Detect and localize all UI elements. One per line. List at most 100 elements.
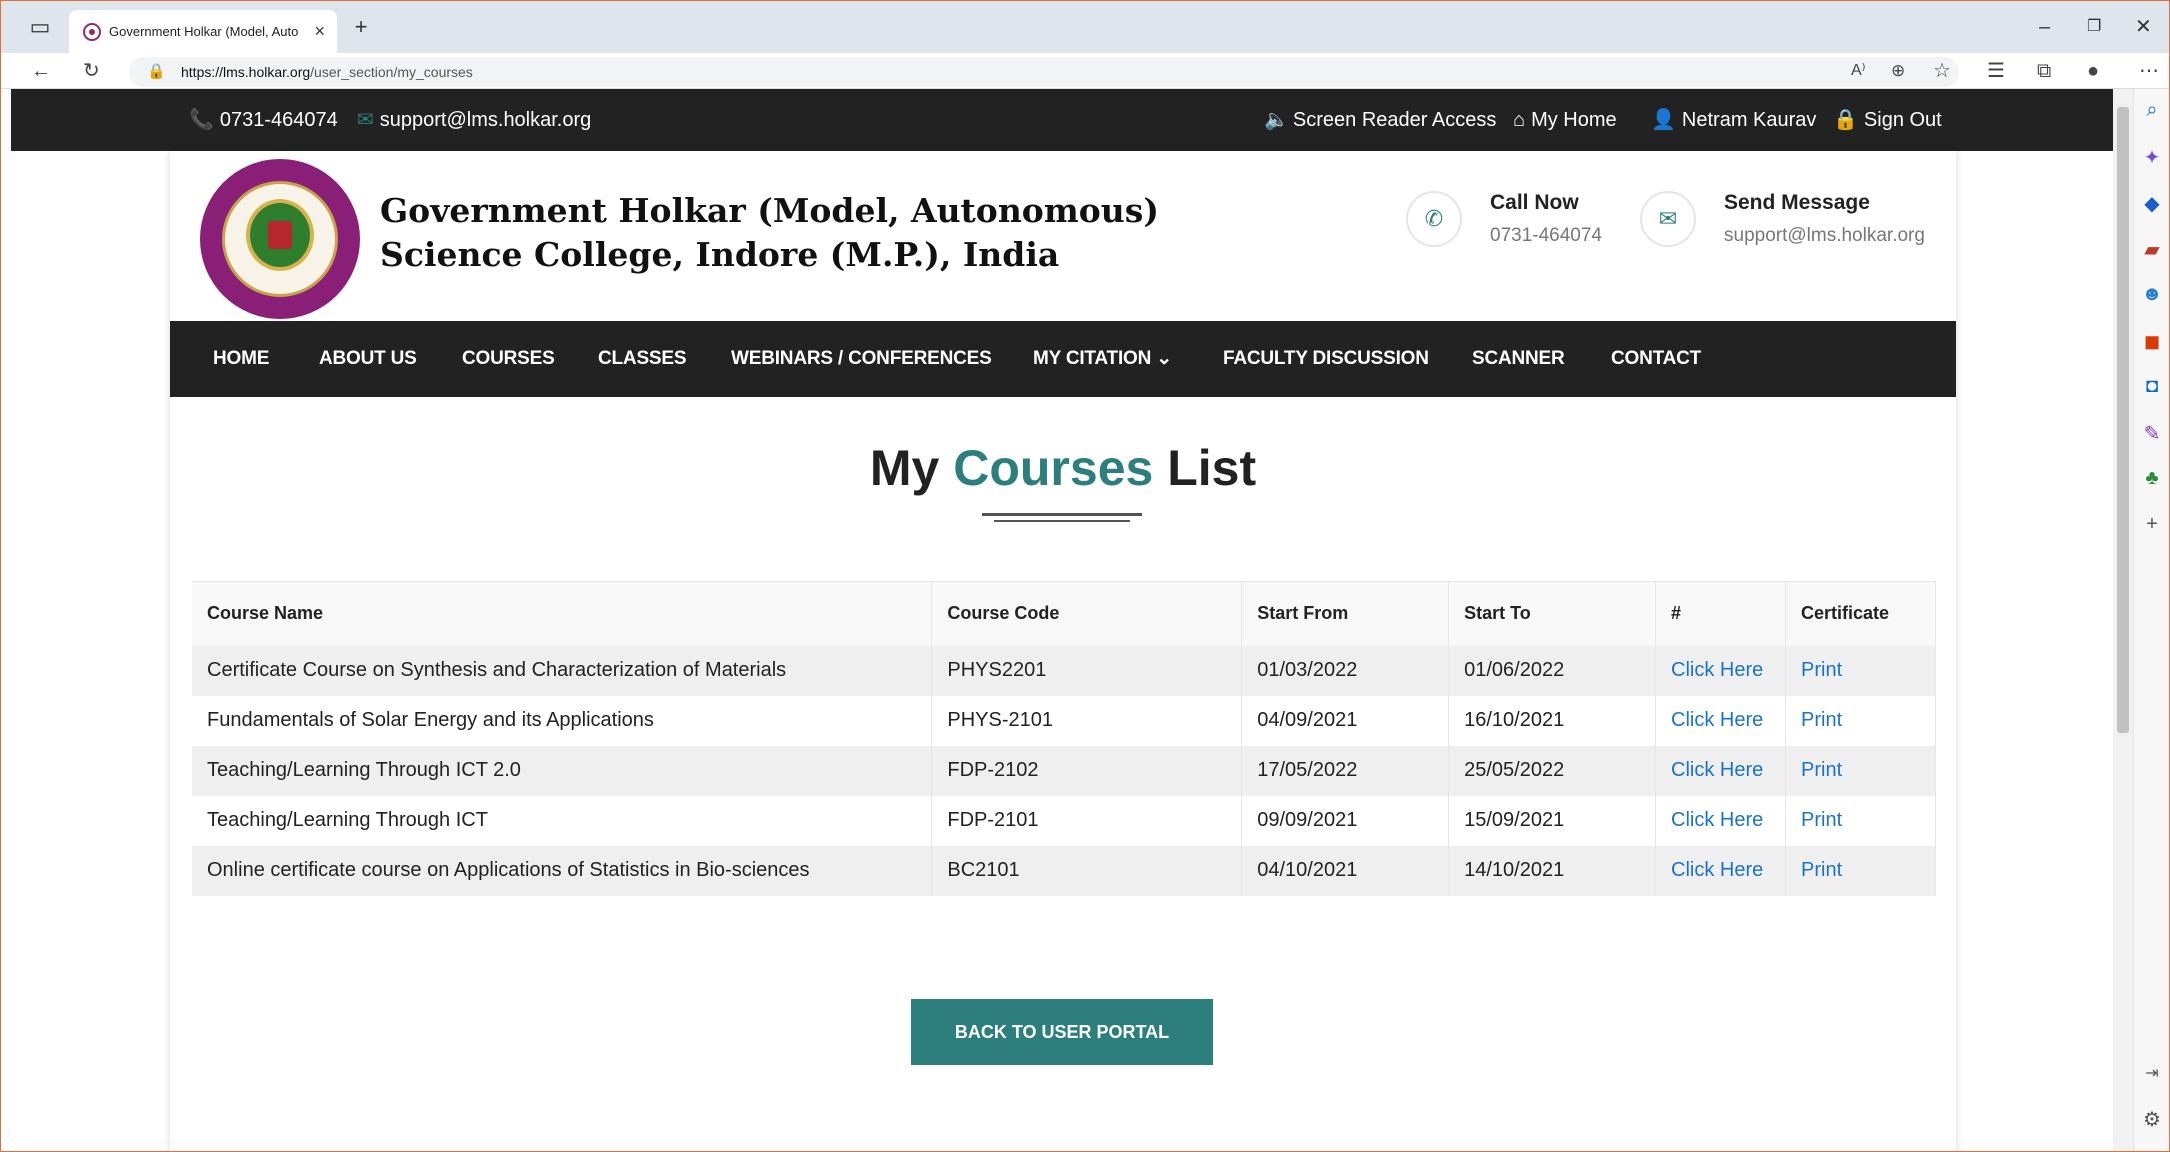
tab-close-icon[interactable]: × — [314, 10, 325, 53]
site-favicon-icon — [83, 23, 101, 41]
nav-faculty-discussion[interactable]: FACULTY DISCUSSION — [1223, 321, 1429, 397]
office-icon[interactable]: ◼ — [2134, 329, 2170, 354]
url-field[interactable]: 🔒 https://lms.holkar.org/user_section/my… — [129, 57, 1959, 87]
close-window-icon[interactable]: ✕ — [2135, 1, 2152, 53]
table-header-row: Course Name Course Code Start From Start… — [192, 581, 1936, 646]
topbar-email[interactable]: ✉ support@lms.holkar.org — [357, 89, 591, 151]
print-link[interactable]: Print — [1785, 795, 1936, 846]
nav-scanner[interactable]: SCANNER — [1472, 321, 1565, 397]
call-now-title: Call Now — [1490, 191, 1579, 214]
course-name: Certificate Course on Synthesis and Char… — [192, 645, 933, 696]
page-title: My Courses List — [869, 440, 1257, 496]
settings-icon[interactable]: ⚙ — [2134, 1107, 2170, 1132]
nav-classes[interactable]: CLASSES — [598, 321, 687, 397]
browser-tab[interactable]: Government Holkar (Model, Auto × — [69, 10, 337, 53]
search-icon[interactable]: ⌕ — [2134, 99, 2170, 122]
read-aloud-icon[interactable]: A⁾ — [1851, 53, 1866, 89]
designer-icon[interactable]: ✎ — [2134, 421, 2170, 446]
nav-webinars[interactable]: WEBINARS / CONFERENCES — [731, 321, 992, 397]
send-message-title: Send Message — [1724, 191, 1870, 214]
favorites-list-icon[interactable]: ☰ — [1987, 53, 2005, 89]
scrollbar-thumb[interactable] — [2117, 107, 2129, 733]
print-link[interactable]: Print — [1785, 845, 1936, 896]
logo-emblem — [246, 199, 314, 271]
print-link[interactable]: Print — [1785, 745, 1936, 796]
start-to: 15/09/2021 — [1448, 795, 1657, 846]
user-icon: 👤 — [1651, 109, 1676, 131]
course-code: FDP-2101 — [931, 795, 1243, 846]
envelope-icon: ✉ — [1640, 191, 1696, 247]
main-nav: HOME ABOUT US COURSES CLASSES WEBINARS /… — [170, 321, 1956, 397]
course-name: Fundamentals of Solar Energy and its App… — [192, 695, 933, 746]
tree-icon[interactable]: ♣ — [2134, 467, 2170, 490]
start-from: 04/10/2021 — [1241, 845, 1450, 896]
send-message-email: support@lms.holkar.org — [1724, 225, 1925, 246]
url-text: https://lms.holkar.org/user_section/my_c… — [181, 64, 473, 80]
copilot-icon[interactable]: ✦ — [2134, 145, 2170, 170]
restore-icon[interactable]: ❐ — [2087, 1, 2101, 53]
refresh-icon[interactable]: ↻ — [83, 53, 100, 89]
user-link[interactable]: 👤 Netram Kaurav — [1651, 89, 1816, 151]
courses-table: Course Name Course Code Start From Start… — [192, 581, 1936, 896]
back-to-user-portal-button[interactable]: BACK TO USER PORTAL — [911, 999, 1213, 1065]
course-code: PHYS-2101 — [931, 695, 1243, 746]
nav-home[interactable]: HOME — [213, 321, 269, 397]
contact-strip: 📞 0731-464074 ✉ support@lms.holkar.org 🔈 Sc… — [11, 89, 2113, 151]
profile-icon[interactable]: ● — [2087, 53, 2099, 89]
window-controls: – ❐ ✕ — [2019, 1, 2169, 53]
click-here-link[interactable]: Click Here — [1655, 845, 1786, 896]
table-row: Certificate Course on Synthesis and Char… — [192, 645, 1936, 696]
nav-courses[interactable]: COURSES — [462, 321, 555, 397]
phone-icon: ✆ — [1406, 191, 1462, 247]
tab-actions-icon[interactable]: ▭ — [25, 1, 55, 53]
hide-sidebar-icon[interactable]: ⇥ — [2134, 1063, 2170, 1083]
home-icon: ⌂ — [1513, 109, 1526, 131]
start-from: 01/03/2022 — [1241, 645, 1450, 696]
college-logo[interactable] — [200, 159, 360, 319]
course-name: Teaching/Learning Through ICT — [192, 795, 933, 846]
course-name: Online certificate course on Application… — [192, 845, 933, 896]
nav-my-citation[interactable]: MY CITATION ⌄ — [1033, 321, 1172, 397]
call-now-number: 0731-464074 — [1490, 225, 1602, 246]
nav-contact[interactable]: CONTACT — [1611, 321, 1701, 397]
new-tab-button[interactable]: + — [346, 1, 376, 53]
click-here-link[interactable]: Click Here — [1655, 745, 1786, 796]
tab-title: Government Holkar (Model, Auto — [109, 24, 299, 39]
edge-sidebar: ⌕ ✦ ◆ ▰ ☻ ◼ ◘ ✎ ♣ + ⇥ ⚙ — [2133, 89, 2169, 1151]
click-here-link[interactable]: Click Here — [1655, 645, 1786, 696]
minimize-icon[interactable]: – — [2039, 1, 2050, 53]
toolbox-icon[interactable]: ▰ — [2134, 237, 2170, 262]
page-scrollbar[interactable] — [2113, 89, 2133, 1151]
nav-about-us[interactable]: ABOUT US — [319, 321, 417, 397]
page-viewport: 📞 0731-464074 ✉ support@lms.holkar.org 🔈 Sc… — [11, 89, 2113, 1151]
topbar-phone[interactable]: 📞 0731-464074 — [189, 89, 338, 151]
sign-out-link[interactable]: 🔒 Sign Out — [1833, 89, 1942, 151]
tag-icon[interactable]: ◆ — [2134, 191, 2170, 216]
start-from: 09/09/2021 — [1241, 795, 1450, 846]
more-menu-icon[interactable]: ⋯ — [2139, 53, 2159, 89]
print-link[interactable]: Print — [1785, 695, 1936, 746]
table-row: Fundamentals of Solar Energy and its App… — [192, 695, 1936, 746]
click-here-link[interactable]: Click Here — [1655, 795, 1786, 846]
col-start-to: Start To — [1448, 581, 1657, 646]
favorite-icon[interactable]: ☆ — [1933, 53, 1951, 89]
click-here-link[interactable]: Click Here — [1655, 695, 1786, 746]
start-to: 16/10/2021 — [1448, 695, 1657, 746]
screen-reader-link[interactable]: 🔈 Screen Reader Access — [1264, 89, 1496, 151]
people-icon[interactable]: ☻ — [2134, 283, 2170, 306]
speaker-icon: 🔈 — [1264, 109, 1289, 131]
table-row: Teaching/Learning Through ICT FDP-2101 0… — [192, 795, 1936, 846]
add-sidebar-icon[interactable]: + — [2134, 513, 2170, 536]
outlook-icon[interactable]: ◘ — [2134, 375, 2170, 398]
padlock-icon: 🔒 — [1833, 109, 1858, 131]
back-icon[interactable]: ← — [31, 53, 51, 89]
collections-icon[interactable]: ⧉ — [2037, 53, 2051, 89]
course-code: FDP-2102 — [931, 745, 1243, 796]
start-to: 25/05/2022 — [1448, 745, 1657, 796]
start-to: 14/10/2021 — [1448, 845, 1657, 896]
college-name: Government Holkar (Model, Autonomous) Sc… — [380, 191, 1159, 274]
col-certificate: Certificate — [1785, 581, 1936, 646]
print-link[interactable]: Print — [1785, 645, 1936, 696]
zoom-icon[interactable]: ⊕ — [1891, 53, 1905, 89]
my-home-link[interactable]: ⌂ My Home — [1513, 89, 1617, 151]
